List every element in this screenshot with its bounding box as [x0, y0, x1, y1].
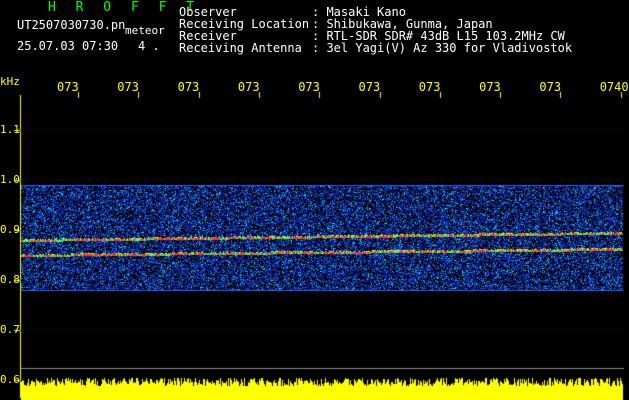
x-tick-label: 073 [479, 80, 501, 94]
meteor-label: meteor [125, 24, 165, 37]
x-tick-label: 073 [57, 80, 79, 94]
field-key-antenna: Receiving Antenna [179, 41, 302, 55]
y-tick-label: 0.9 [0, 223, 20, 236]
count-label: 4 . [138, 39, 160, 53]
x-tick-label: 073 [418, 80, 441, 94]
x-tick-label: 0740 [599, 80, 629, 94]
filename-label: UT2507030730.pn [17, 18, 126, 32]
x-tick-label: 073 [237, 80, 260, 94]
y-tick-label: 1.1 [0, 123, 20, 136]
datetime-label: 25.07.03 07:30 [17, 39, 119, 53]
x-tick-label: 073 [358, 80, 381, 94]
y-tick-label: 0.7 [0, 323, 20, 336]
y-tick-label: 1.0 [0, 173, 20, 186]
field-value-antenna: : 3el Yagi(V) Az 330 for Vladivostok [312, 41, 573, 55]
x-tick-label: 073 [117, 80, 139, 94]
x-tick-label: 073 [298, 80, 320, 94]
y-axis-unit-label: kHz [0, 75, 20, 88]
spectrogram-canvas [0, 0, 629, 400]
x-tick-label: 073 [177, 80, 200, 94]
y-tick-label: 0.8 [0, 273, 20, 286]
x-tick-label: 073 [539, 80, 562, 94]
app-title: H R O F F T [48, 0, 201, 15]
y-tick-label: 0.6 [0, 373, 20, 386]
